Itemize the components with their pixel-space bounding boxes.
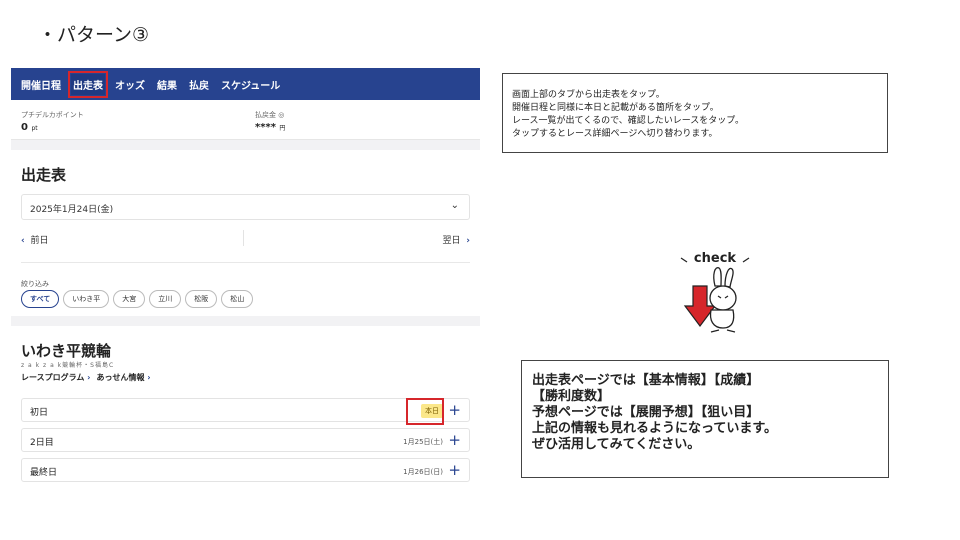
date-select[interactable]: 2025年1月24日(金) ⌄	[21, 194, 470, 220]
day-navigation: ‹ 前日 翌日 ›	[21, 228, 470, 250]
chevron-right-icon: ›	[147, 373, 151, 382]
refund-label: 払戻金 ◎	[255, 111, 285, 119]
info-callout: 出走表ページでは【基本情報】【成績】 【勝利度数】 予想ページでは【展開予想】【…	[521, 360, 889, 478]
check-rabbit-icon: check	[680, 251, 750, 333]
tab-calendar[interactable]: スケジュール	[219, 74, 282, 95]
day-row[interactable]: 最終日 1月26日(日) +	[21, 458, 470, 482]
next-day-button[interactable]: 翌日 ›	[443, 233, 470, 246]
filter-chip-matsusaka[interactable]: 松阪	[185, 290, 218, 308]
instruction-callout: 画面上部のタブから出走表をタップ。 開催日程と同様に本日と記載がある箇所をタップ…	[502, 73, 888, 153]
tab-odds[interactable]: オッズ	[113, 74, 147, 95]
day-name: 初日	[30, 408, 49, 418]
plus-icon[interactable]: +	[448, 461, 461, 479]
filter-chips: すべて いわき平 大宮 立川 松阪 松山	[21, 290, 254, 308]
filter-chip-all[interactable]: すべて	[21, 290, 60, 308]
tab-schedule[interactable]: 開催日程	[19, 74, 63, 95]
chevron-left-icon: ‹	[21, 236, 25, 246]
divider	[243, 230, 244, 246]
venue-links: レースプログラム › あっせん情報 ›	[21, 372, 151, 383]
prev-day-button[interactable]: ‹ 前日	[21, 233, 48, 246]
venue-title: いわき平競輪	[21, 342, 112, 360]
callout-line: タップするとレース詳細ページへ切り替わります。	[512, 129, 718, 139]
tab-payout[interactable]: 払戻	[187, 74, 211, 95]
callout-line: ぜひ活用してみてください。	[532, 437, 701, 452]
tab-results[interactable]: 結果	[155, 74, 179, 95]
callout-line: 出走表ページでは【基本情報】【成績】	[532, 373, 760, 388]
assignment-info-link[interactable]: あっせん情報 ›	[96, 372, 150, 383]
page-title: 出走表	[21, 166, 67, 184]
plus-icon[interactable]: +	[448, 401, 461, 419]
filter-chip-matsuyama[interactable]: 松山	[221, 290, 254, 308]
divider	[21, 262, 470, 263]
day-row[interactable]: 初日 本日 +	[21, 398, 470, 422]
tab-entry-table[interactable]: 出走表	[68, 70, 108, 98]
filter-chip-tachikawa[interactable]: 立川	[149, 290, 182, 308]
chevron-down-icon: ⌄	[450, 200, 459, 211]
day-name: 2日目	[30, 438, 54, 448]
venue-subtitle: z a k z a k競輪杯・S福島C	[21, 362, 115, 369]
callout-line: 開催日程と同様に本日と記載がある箇所をタップ。	[512, 103, 719, 113]
points-value: 0 pt	[21, 122, 38, 133]
chevron-right-icon: ›	[87, 373, 91, 382]
highlight-frame	[406, 398, 444, 425]
points-label: プチデルカポイント	[21, 111, 84, 119]
points-bar: プチデルカポイント 0 pt 払戻金 ◎ **** 円	[11, 100, 480, 140]
filter-chip-omiya[interactable]: 大宮	[113, 290, 146, 308]
refund-value: **** 円	[255, 122, 286, 133]
day-name: 最終日	[30, 468, 58, 478]
callout-line: 上記の情報も見れるようになっています。	[532, 421, 778, 436]
race-program-link[interactable]: レースプログラム ›	[21, 372, 90, 383]
callout-line: 【勝利度数】	[532, 389, 611, 404]
plus-icon[interactable]: +	[448, 431, 461, 449]
eye-icon[interactable]: ◎	[278, 111, 284, 119]
day-date: 1月26日(日)	[403, 468, 443, 476]
chevron-right-icon: ›	[466, 236, 470, 246]
day-date: 1月25日(土)	[403, 438, 443, 446]
callout-line: 予想ページでは【展開予想】【狙い目】	[532, 405, 760, 420]
app-screenshot: 開催日程 出走表 オッズ 結果 払戻 スケジュール プチデルカポイント 0 pt…	[11, 68, 480, 500]
filter-label: 絞り込み	[21, 280, 49, 288]
top-tab-bar: 開催日程 出走表 オッズ 結果 払戻 スケジュール	[11, 68, 480, 100]
day-row[interactable]: 2日目 1月25日(土) +	[21, 428, 470, 452]
callout-line: レース一覧が出てくるので、確認したいレースをタップ。	[512, 116, 745, 126]
entry-table-card: 出走表 2025年1月24日(金) ⌄ ‹ 前日 翌日 › 絞り込み すべて い…	[11, 150, 480, 316]
check-label: check	[694, 251, 736, 266]
filter-chip-iwakitaira[interactable]: いわき平	[63, 290, 110, 308]
slide-heading: ・パターン③	[38, 24, 150, 46]
callout-line: 画面上部のタブから出走表をタップ。	[512, 90, 665, 100]
